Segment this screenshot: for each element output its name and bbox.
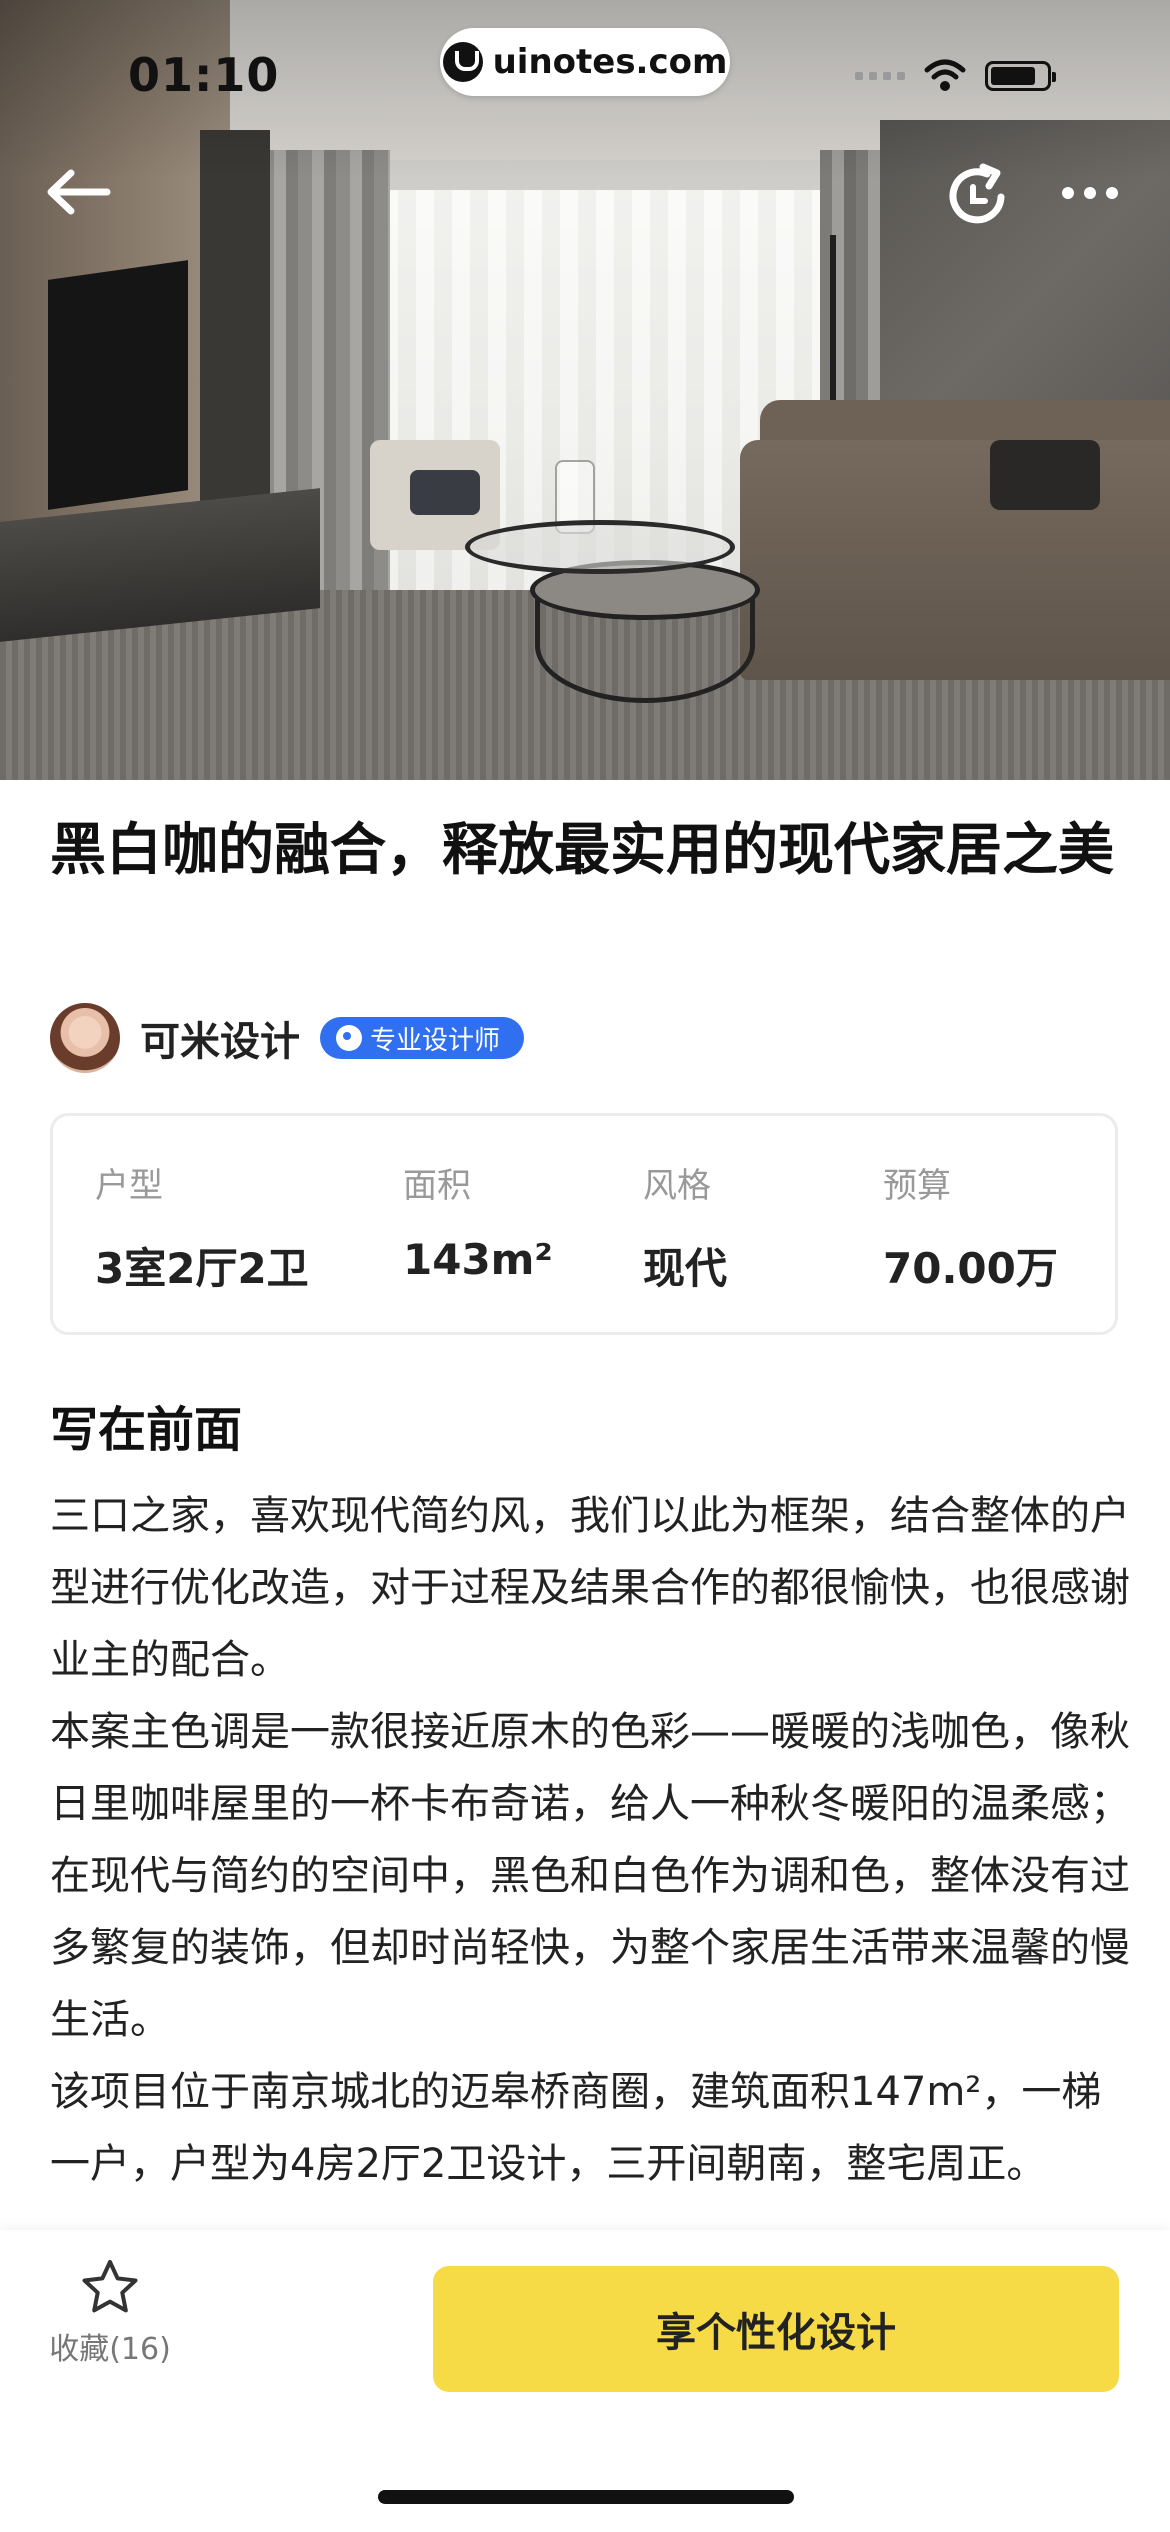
wifi-icon [924,59,966,91]
bottom-bar: 收藏(16) 享个性化设计 [0,2230,1170,2532]
url-pill[interactable]: uinotes.com [440,28,730,96]
info-value: 143m² [403,1235,553,1284]
more-dots-icon [1062,187,1118,199]
battery-icon [985,61,1056,91]
info-value: 70.00万 [883,1244,1058,1293]
paragraph: 该项目位于南京城北的迈皋桥商圈，建筑面积147m²，一梯一户，户型为4房2厅2卫… [50,2069,1102,2187]
photo-table-top [465,520,735,574]
info-value: 现代 [643,1244,728,1293]
arrow-left-icon [47,169,111,215]
photo-pillow [990,440,1100,510]
refresh-icon [949,163,1005,224]
info-value: 3室2厅2卫 [95,1244,309,1293]
section-title: 写在前面 [50,1402,243,1458]
uinotes-logo-icon [442,42,483,82]
status-time: 01:10 [128,48,280,102]
paragraph: 三口之家，喜欢现代简约风，我们以此为框架，结合整体的户型进行优化改造，对于过程及… [50,1493,1130,1683]
url-text: uinotes.com [492,42,728,82]
back-button[interactable] [38,160,118,224]
hero-photo [0,0,1170,780]
more-button[interactable] [1055,168,1125,218]
info-budget: 预算 70.00万 [883,1158,1058,1296]
photo-chair-pillow [410,470,480,515]
info-area: 面积 143m² [403,1158,553,1284]
article-body: 三口之家，喜欢现代简约风，我们以此为框架，结合整体的户型进行优化改造，对于过程及… [50,1480,1130,2232]
photo-sofa [740,440,1170,680]
info-label: 预算 [883,1166,951,1206]
info-label: 风格 [643,1166,711,1206]
info-layout: 户型 3室2厅2卫 [95,1158,309,1296]
info-label: 面积 [403,1166,471,1206]
photo-tv [48,260,188,510]
designer-badge: 专业设计师 [320,1017,525,1059]
status-icons [855,58,1056,94]
favorite-button[interactable]: 收藏(16) [40,2258,180,2408]
home-indicator[interactable] [378,2490,794,2504]
avatar[interactable] [50,1003,120,1073]
favorite-label: 收藏(16) [49,2332,171,2367]
badge-label: 专业设计师 [370,1025,501,1056]
article-title: 黑白咖的融合，释放最实用的现代家居之美 [50,818,1114,883]
personalized-design-button[interactable]: 享个性化设计 [433,2266,1119,2392]
signal-icon [855,72,905,80]
star-outline-icon [82,2260,138,2313]
info-style: 风格 现代 [643,1158,727,1296]
info-card: 户型 3室2厅2卫 面积 143m² 风格 现代 预算 70.00万 [50,1113,1118,1335]
paragraph: 本案主色调是一款很接近原木的色彩——暖暖的浅咖色，像秋日里咖啡屋里的一杯卡布奇诺… [50,1709,1130,2043]
palette-icon [336,1025,362,1051]
author-row[interactable]: 可米设计 专业设计师 [50,1002,525,1074]
info-label: 户型 [95,1166,163,1206]
author-name[interactable]: 可米设计 [140,1009,300,1067]
refresh-button[interactable] [940,158,1016,234]
